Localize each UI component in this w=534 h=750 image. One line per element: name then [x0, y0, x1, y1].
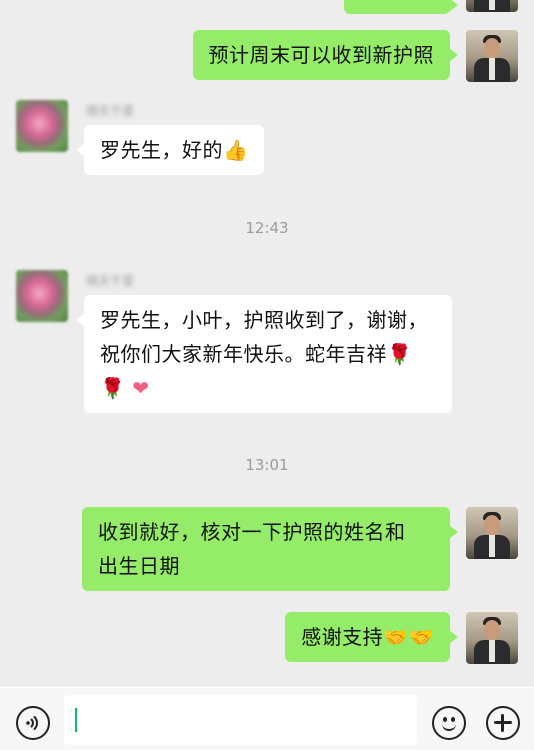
input-bar	[0, 685, 534, 750]
timestamp: 12:43	[245, 219, 289, 237]
contact-nickname: 晴天千里	[86, 104, 135, 118]
handshake-icon: 🤝🤝	[383, 625, 434, 649]
my-avatar[interactable]	[466, 507, 518, 559]
message-row: 收到就好，核对一下护照的姓名和 出生日期	[0, 507, 534, 602]
message-row: 晴天千里 罗先生，好的👍	[0, 100, 534, 190]
timestamp: 13:01	[245, 456, 289, 474]
chat-area: 预计周末可以收到新护照 晴天千里 罗先生，好的👍 12:43 晴天千里 罗先生，…	[0, 0, 534, 685]
contact-nickname: 晴天千里	[86, 274, 135, 288]
thumbs-up-icon: 👍	[223, 138, 249, 162]
message-bubble[interactable]: 预计周末可以收到新护照	[192, 30, 458, 80]
my-avatar[interactable]	[466, 612, 518, 664]
message-input[interactable]	[64, 695, 417, 745]
message-text-line: 罗先生，小叶，护照收到了，谢谢，	[100, 308, 428, 332]
voice-icon[interactable]	[16, 706, 50, 740]
message-bubble[interactable]: 收到就好，核对一下护照的姓名和 出生日期	[82, 507, 458, 591]
message-text-line: 祝你们大家新年快乐。蛇年吉祥	[100, 342, 387, 366]
my-avatar[interactable]	[466, 30, 518, 82]
message-text: 预计周末可以收到新护照	[208, 43, 434, 67]
message-row-partial	[0, 0, 534, 20]
message-text-line: 出生日期	[98, 554, 180, 578]
message-bubble-partial[interactable]	[344, 0, 458, 14]
rose-icon: 🌹	[387, 342, 413, 366]
heart-icon: ❤	[132, 376, 150, 400]
text-caret	[75, 708, 77, 732]
message-bubble[interactable]: 感谢支持🤝🤝	[285, 612, 458, 662]
emoji-icon[interactable]	[432, 706, 466, 740]
message-bubble[interactable]: 罗先生，好的👍	[75, 125, 265, 175]
message-bubble[interactable]: 罗先生，小叶，护照收到了，谢谢， 祝你们大家新年快乐。蛇年吉祥🌹 🌹 ❤	[76, 295, 452, 413]
contact-avatar[interactable]	[16, 270, 68, 322]
voice-waves-icon	[26, 716, 38, 730]
message-row: 预计周末可以收到新护照	[0, 30, 534, 90]
message-text: 罗先生，好的	[100, 138, 223, 162]
message-text-line: 收到就好，核对一下护照的姓名和	[98, 520, 406, 544]
message-text: 感谢支持	[301, 625, 384, 649]
message-row: 感谢支持🤝🤝	[0, 612, 534, 672]
plus-icon[interactable]	[486, 706, 520, 740]
message-row: 晴天千里 罗先生，小叶，护照收到了，谢谢， 祝你们大家新年快乐。蛇年吉祥🌹 🌹 …	[0, 270, 534, 420]
contact-avatar[interactable]	[16, 100, 68, 152]
rose-icon: 🌹	[100, 376, 126, 400]
my-avatar[interactable]	[466, 0, 518, 12]
